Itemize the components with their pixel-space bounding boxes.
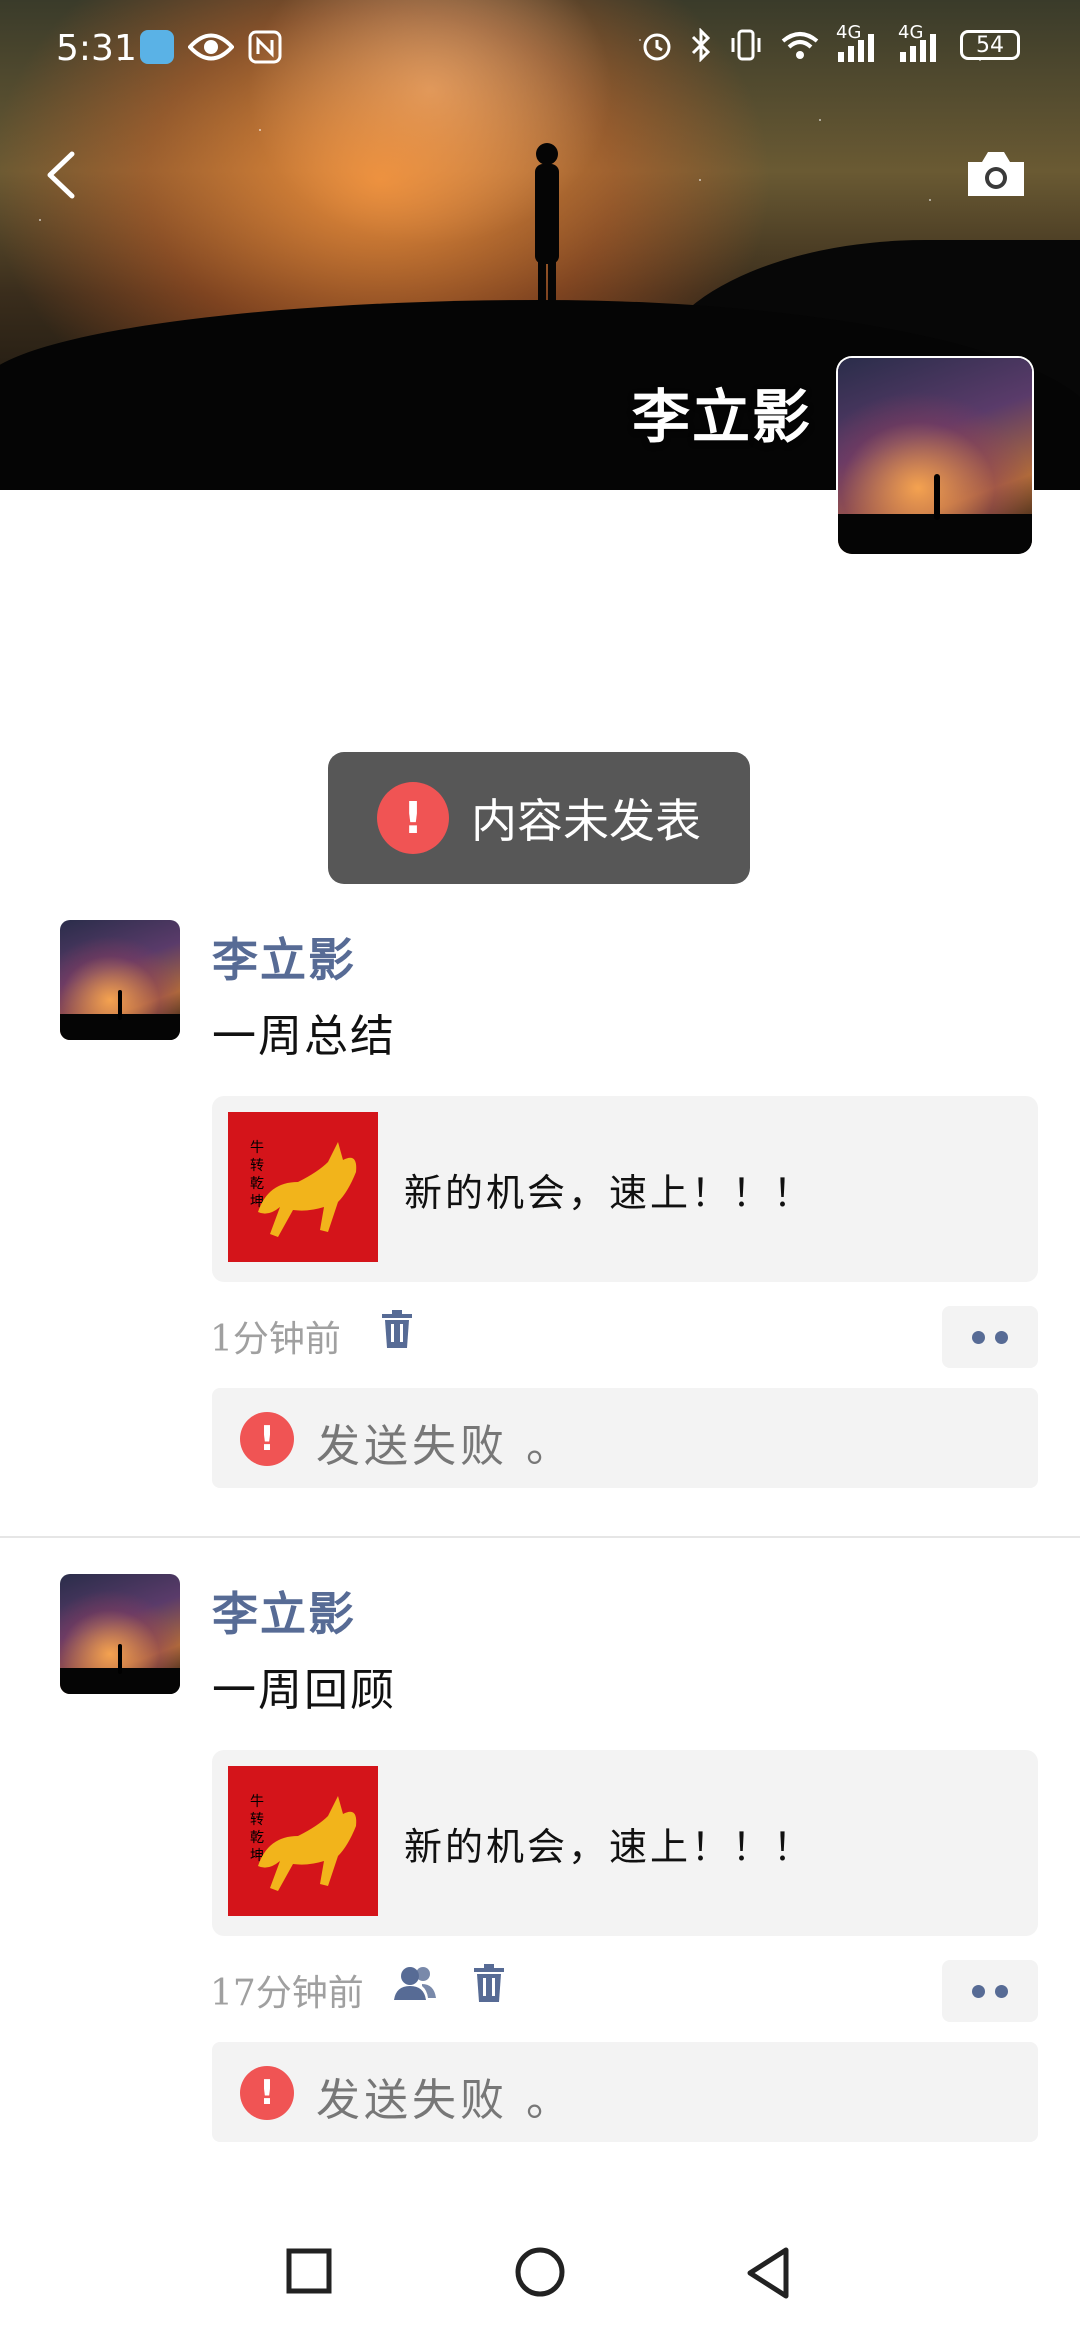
contacts-icon[interactable]	[392, 1964, 438, 2002]
post-avatar[interactable]	[60, 1574, 180, 1694]
send-failed-notice[interactable]: ! 发送失败 。	[212, 2042, 1038, 2142]
signal-1-icon: 4G	[836, 22, 882, 62]
link-card[interactable]: 牛 转 乾 坤 新的机会，速上！！！	[212, 1096, 1038, 1282]
link-thumbnail: 牛 转 乾 坤	[228, 1112, 378, 1262]
post-item: 李立影 一周回顾 牛 转 乾 坤 新的机会，速上！！！ 17分钟前 ! 发送失败…	[0, 1572, 1080, 2172]
system-nav-bar	[0, 2190, 1080, 2340]
signal-2-icon: 4G	[898, 22, 944, 62]
link-text: 新的机会，速上！！！	[404, 1825, 815, 1869]
post-author[interactable]: 李立影	[212, 924, 356, 990]
post-author[interactable]: 李立影	[212, 1578, 356, 1644]
svg-text:乾: 乾	[250, 1830, 264, 1846]
alert-icon: !	[240, 1412, 294, 1466]
link-text: 新的机会，速上！！！	[404, 1171, 815, 1215]
post-time: 1分钟前	[210, 1319, 341, 1360]
fail-text: 发送失败 。	[316, 1421, 574, 1472]
nfc-icon	[248, 30, 282, 64]
more-button[interactable]	[942, 1306, 1038, 1368]
svg-text:乾: 乾	[250, 1176, 264, 1192]
send-failed-notice[interactable]: ! 发送失败 。	[212, 1388, 1038, 1488]
camera-icon[interactable]	[964, 148, 1028, 200]
toast-text: 内容未发表	[471, 794, 701, 848]
profile-avatar[interactable]	[838, 358, 1032, 554]
fail-text: 发送失败 。	[316, 2075, 574, 2126]
alarm-icon	[643, 33, 671, 61]
alert-icon: !	[377, 782, 449, 854]
recents-button[interactable]	[286, 2248, 332, 2294]
profile-name: 李立影	[631, 383, 812, 451]
svg-text:转: 转	[250, 1812, 264, 1828]
back-button[interactable]	[744, 2246, 792, 2300]
back-icon[interactable]	[36, 140, 86, 210]
trash-icon[interactable]	[380, 1310, 414, 1350]
link-thumbnail: 牛 转 乾 坤	[228, 1766, 378, 1916]
trash-icon[interactable]	[472, 1964, 506, 2004]
app-notification-icon	[140, 30, 174, 64]
toast-not-posted: ! 内容未发表	[328, 752, 750, 884]
post-content: 一周总结	[212, 1011, 396, 1062]
divider	[0, 1536, 1080, 1538]
status-bar: 5:31 4G 4G 54	[0, 0, 1080, 100]
more-button[interactable]	[942, 1960, 1038, 2022]
post-time: 17分钟前	[210, 1973, 364, 2014]
home-button[interactable]	[514, 2246, 566, 2298]
svg-text:转: 转	[250, 1158, 264, 1174]
alert-icon: !	[240, 2066, 294, 2120]
svg-text:牛: 牛	[250, 1140, 264, 1156]
link-card[interactable]: 牛 转 乾 坤 新的机会，速上！！！	[212, 1750, 1038, 1936]
bluetooth-icon	[691, 28, 711, 62]
eye-icon	[188, 33, 234, 61]
svg-text:牛: 牛	[250, 1794, 264, 1810]
post-avatar[interactable]	[60, 920, 180, 1040]
status-time: 5:31	[56, 28, 137, 69]
post-content: 一周回顾	[212, 1665, 396, 1716]
post-item: 李立影 一周总结 牛 转 乾 坤 新的机会，速上！！！ 1分钟前 ! 发送失败 …	[0, 918, 1080, 1538]
battery-icon: 54	[960, 30, 1020, 60]
vibrate-icon	[731, 29, 761, 61]
wifi-icon	[781, 32, 819, 59]
